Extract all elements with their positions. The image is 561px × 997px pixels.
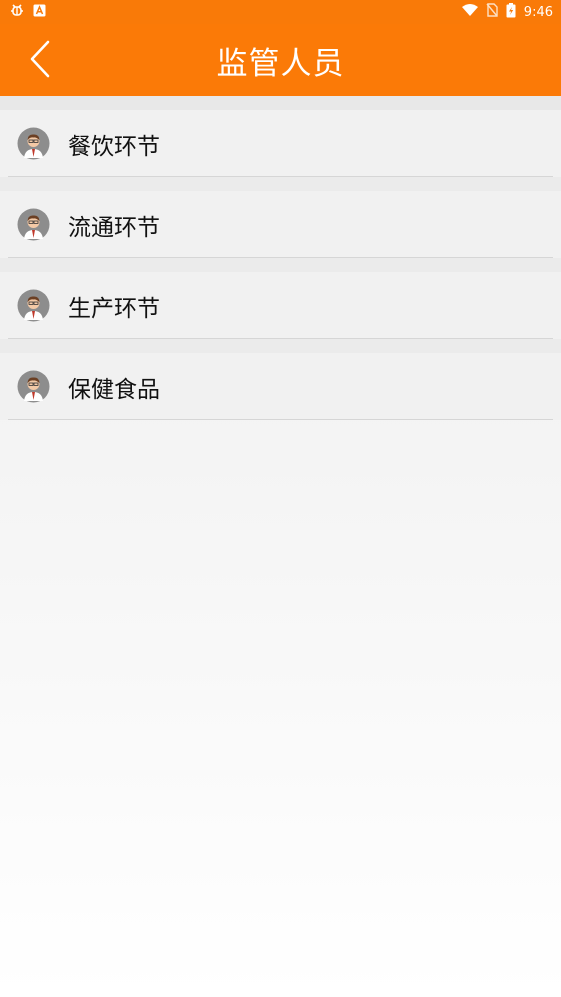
person-avatar-icon bbox=[17, 289, 50, 322]
wifi-icon bbox=[461, 3, 478, 21]
no-sim-icon bbox=[486, 3, 498, 21]
list-spacer bbox=[0, 339, 561, 353]
bug-icon bbox=[9, 2, 25, 22]
list-item-production[interactable]: 生产环节 bbox=[0, 272, 561, 339]
back-button[interactable] bbox=[24, 40, 56, 82]
person-avatar-icon bbox=[17, 127, 50, 160]
list-spacer bbox=[0, 177, 561, 191]
a-notification-icon bbox=[33, 4, 46, 21]
status-left bbox=[9, 2, 46, 22]
list-item-catering[interactable]: 餐饮环节 bbox=[0, 110, 561, 177]
list-item-label: 保健食品 bbox=[68, 376, 160, 403]
battery-charging-icon bbox=[506, 2, 516, 22]
list-item-health-food[interactable]: 保健食品 bbox=[0, 353, 561, 420]
status-bar: 9:46 bbox=[0, 0, 561, 24]
staff-category-list: 餐饮环节 流通环节 生产环节 保健食品 bbox=[0, 96, 561, 420]
list-item-label: 生产环节 bbox=[68, 295, 160, 322]
list-item-circulation[interactable]: 流通环节 bbox=[0, 191, 561, 258]
list-item-label: 餐饮环节 bbox=[68, 133, 160, 160]
list-spacer bbox=[0, 96, 561, 110]
app-bar: 监管人员 bbox=[0, 24, 561, 96]
person-avatar-icon bbox=[17, 208, 50, 241]
status-right: 9:46 bbox=[461, 2, 553, 22]
person-avatar-icon bbox=[17, 370, 50, 403]
list-spacer bbox=[0, 258, 561, 272]
page-title: 监管人员 bbox=[216, 45, 345, 82]
list-item-label: 流通环节 bbox=[68, 214, 160, 241]
chevron-left-icon bbox=[29, 40, 51, 82]
clock: 9:46 bbox=[523, 4, 553, 20]
